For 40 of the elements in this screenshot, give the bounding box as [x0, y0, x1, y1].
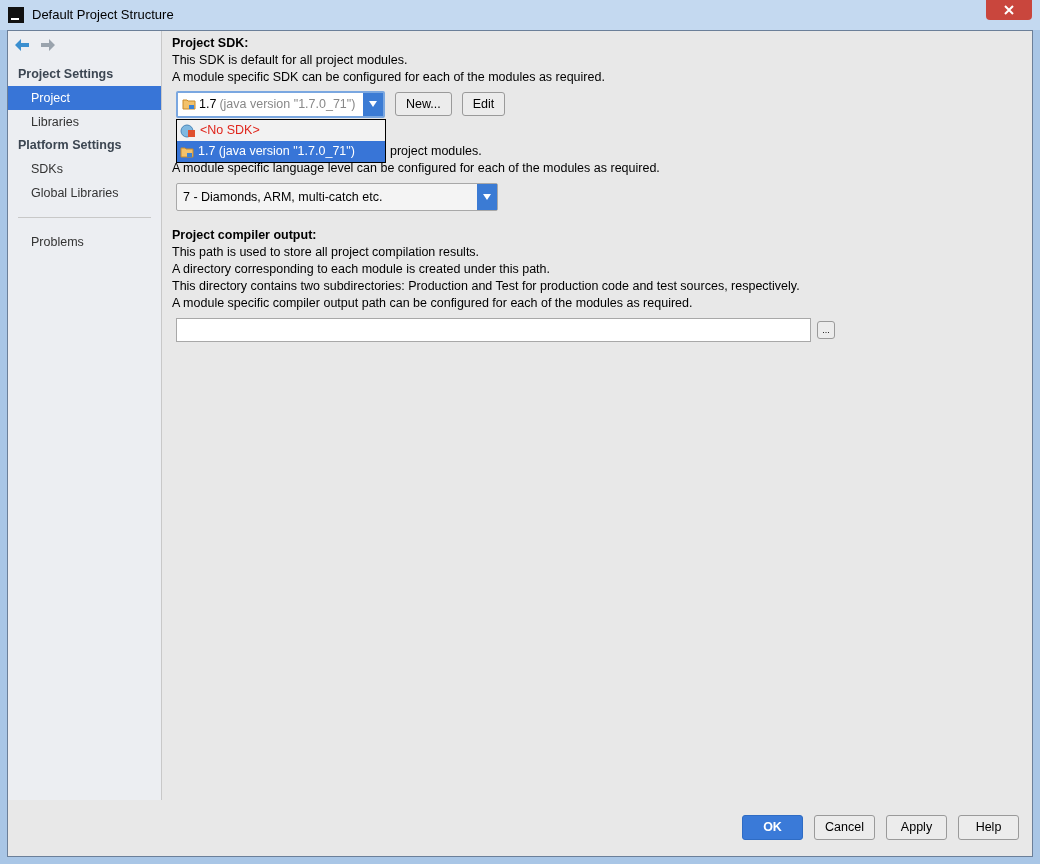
- description-text: This path is used to store all project compilation results.: [172, 244, 481, 261]
- dialog-button[interactable]: Cancel: [814, 814, 875, 840]
- description-text: This SDK is default for all project modules.: [172, 52, 409, 69]
- description-text: project modules.: [390, 143, 482, 160]
- language-level-select[interactable]: 7 - Diamonds, ARM, multi-catch etc.: [176, 183, 498, 211]
- caret-icon: [369, 101, 377, 107]
- dialog-button[interactable]: Apply: [886, 814, 947, 840]
- sdk-select[interactable]: 1.7 (java version "1.7.0_71"): [176, 90, 385, 118]
- sidebar-section-title: Project Settings: [17, 66, 115, 84]
- description-text: A directory corresponding to each module is created under this path.: [172, 261, 551, 278]
- sidebar-item[interactable]: SDKs: [8, 157, 161, 181]
- dialog-button[interactable]: OK: [742, 814, 803, 840]
- section-heading: Project compiler output:: [172, 227, 318, 244]
- edit-button[interactable]: Edit: [461, 92, 506, 116]
- app-icon: [8, 7, 24, 23]
- dialog-button[interactable]: Help: [958, 814, 1019, 840]
- description-text: A module specific language level can be configured for each of the modules as required.: [172, 160, 661, 177]
- sdk-folder-icon: [182, 98, 196, 110]
- description-text: This directory contains two subdirectories: Production and Test for production code and test sources, respectively.: [172, 278, 801, 295]
- window-title: Default Project Structure: [32, 6, 175, 25]
- caret-icon: [483, 194, 491, 200]
- description-text: A module specific compiler output path can be configured for each of the modules as required.: [172, 295, 694, 312]
- back-arrow-icon[interactable]: [15, 39, 29, 51]
- browse-button[interactable]: ...: [817, 321, 835, 339]
- sidebar-item[interactable]: Project: [8, 86, 161, 110]
- sidebar-item[interactable]: Problems: [8, 230, 161, 254]
- dropdown-option[interactable]: <No SDK>: [177, 120, 385, 141]
- sidebar-item[interactable]: Libraries: [8, 110, 161, 134]
- close-icon: [1004, 5, 1014, 15]
- sidebar-section-title: Platform Settings: [17, 137, 123, 155]
- new-button[interactable]: New...: [395, 92, 452, 116]
- section-heading: Project SDK:: [172, 35, 250, 52]
- forward-arrow-icon[interactable]: [41, 39, 55, 51]
- globe-icon: [180, 123, 196, 138]
- description-text: A module specific SDK can be configured for each of the modules as required.: [172, 69, 606, 86]
- output-path-field[interactable]: [176, 318, 811, 342]
- folder-icon: [180, 145, 194, 158]
- close-button[interactable]: [986, 0, 1032, 20]
- sidebar-item[interactable]: Global Libraries: [8, 181, 161, 205]
- dropdown-option[interactable]: 1.7 (java version "1.7.0_71"): [177, 141, 385, 162]
